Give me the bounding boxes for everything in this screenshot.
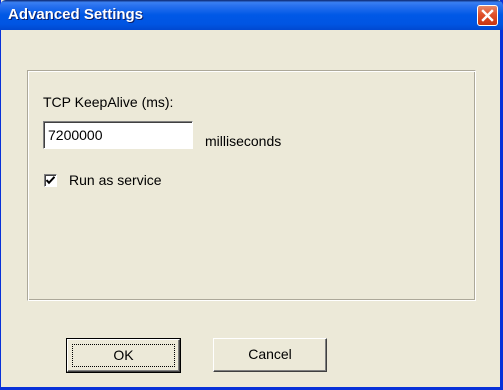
cancel-button[interactable]: Cancel	[213, 338, 327, 372]
title-bar[interactable]: Advanced Settings	[0, 0, 503, 30]
cancel-button-label: Cancel	[248, 346, 292, 362]
dialog-title: Advanced Settings	[8, 6, 144, 23]
advanced-settings-dialog: Advanced Settings TCP KeepAlive (ms): mi…	[0, 0, 503, 390]
close-icon	[481, 9, 494, 22]
ok-button-label: OK	[113, 347, 134, 363]
close-button[interactable]	[477, 5, 498, 26]
ok-button[interactable]: OK	[66, 338, 181, 373]
keepalive-label: TCP KeepAlive (ms):	[43, 94, 174, 110]
keepalive-input[interactable]	[43, 121, 193, 149]
checkmark-icon	[46, 176, 55, 185]
run-as-service-checkbox[interactable]	[44, 174, 57, 187]
keepalive-unit-label: milliseconds	[205, 133, 282, 149]
run-as-service-label[interactable]: Run as service	[69, 172, 162, 188]
